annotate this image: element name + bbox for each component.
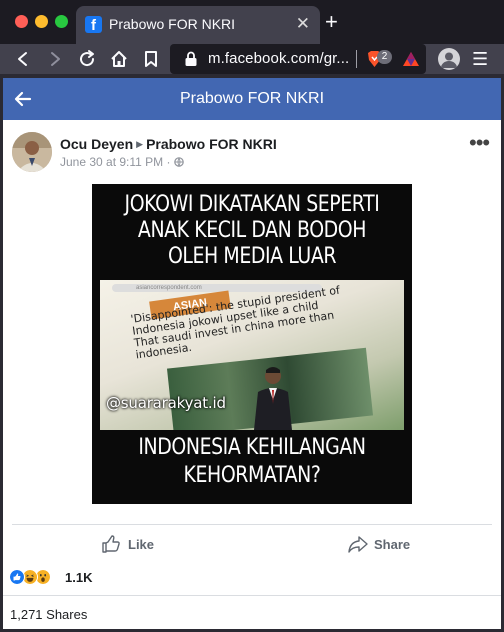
meme-top-line: ANAK KECIL DAN BODOH — [137, 218, 367, 243]
maximize-window-button[interactable] — [55, 15, 68, 28]
share-arrow-icon — [348, 536, 368, 553]
meme-bottom-line: INDONESIA KEHILANGAN — [138, 435, 366, 460]
reload-icon[interactable] — [76, 48, 98, 70]
close-window-button[interactable] — [15, 15, 28, 28]
browser-tab-bar: f Prabowo FOR NKRI ✕ + — [0, 0, 504, 44]
share-button[interactable]: Share — [347, 534, 417, 554]
fb-header: Prabowo FOR NKRI — [3, 78, 501, 120]
screenshot-url: asiancorrespondent.com — [136, 285, 202, 291]
forward-icon[interactable] — [44, 48, 66, 70]
caret-right-icon: ▶ — [136, 139, 144, 149]
author-photo — [12, 132, 52, 172]
group-name[interactable]: Prabowo FOR NKRI — [146, 136, 277, 152]
like-label: Like — [128, 537, 155, 552]
author-avatar[interactable] — [12, 132, 52, 172]
meme-top-line: JOKOWI DIKATAKAN SEPERTI — [124, 192, 380, 217]
app-menu-button[interactable]: ☰ — [472, 49, 488, 69]
post-author-line: Ocu Deyen ▶ Prabowo FOR NKRI — [60, 136, 277, 152]
tab-close-icon[interactable]: ✕ — [296, 14, 310, 34]
browser-tab[interactable]: f Prabowo FOR NKRI ✕ — [76, 6, 320, 44]
url-text[interactable]: m.facebook.com/gr... — [208, 50, 349, 67]
address-bar[interactable]: m.facebook.com/gr... 2 — [170, 44, 426, 74]
meme-top-text: JOKOWI DIKATAKAN SEPERTI ANAK KECIL DAN … — [114, 192, 389, 270]
page-title: Prabowo FOR NKRI — [179, 90, 325, 107]
profile-avatar-button[interactable] — [438, 48, 460, 70]
meme-top-line: OLEH MEDIA LUAR — [167, 244, 337, 269]
post-time-text: June 30 at 9:11 PM · — [60, 155, 174, 169]
address-bar-divider — [356, 50, 357, 68]
minimize-window-button[interactable] — [35, 15, 48, 28]
meme-watermark: @suararakyat.id — [106, 394, 226, 412]
facebook-page: Prabowo FOR NKRI Ocu Deyen ▶ Prabowo FOR N… — [3, 78, 501, 629]
shares-count[interactable]: 1,271 Shares — [10, 607, 87, 622]
like-reaction-icon — [9, 569, 25, 585]
thumbs-up-icon — [102, 535, 120, 553]
shields-count-badge: 2 — [377, 50, 392, 64]
browser-toolbar: m.facebook.com/gr... 2 ☰ — [0, 44, 504, 74]
like-button[interactable]: Like — [101, 534, 161, 554]
brave-rewards-icon[interactable] — [402, 50, 420, 68]
globe-icon — [174, 157, 184, 168]
profile-icon — [441, 52, 457, 68]
screenshot-headline: 'Disappointed': the stupid president of … — [129, 283, 341, 362]
bookmark-icon[interactable] — [140, 48, 162, 70]
home-icon[interactable] — [108, 48, 130, 70]
facebook-icon: f — [85, 16, 102, 33]
screenshot-person — [254, 367, 292, 430]
back-icon[interactable] — [12, 48, 34, 70]
share-label: Share — [374, 537, 411, 552]
post-options-button[interactable]: ••• — [469, 132, 490, 154]
post-timestamp[interactable]: June 30 at 9:11 PM · — [60, 155, 184, 169]
post-image[interactable]: JOKOWI DIKATAKAN SEPERTI ANAK KECIL DAN … — [92, 184, 412, 504]
author-name[interactable]: Ocu Deyen — [60, 136, 133, 152]
meme-bottom-text: INDONESIA KEHILANGAN KEHORMATAN? — [114, 434, 389, 490]
embedded-news-screenshot: asiancorrespondent.com ASIAN 'Disappoint… — [100, 280, 404, 430]
tab-title: Prabowo FOR NKRI — [109, 16, 236, 32]
lock-icon[interactable] — [184, 51, 198, 67]
new-tab-button[interactable]: + — [325, 11, 338, 33]
reaction-count: 1.1K — [65, 570, 93, 585]
post-divider — [12, 524, 492, 525]
shares-divider — [3, 595, 501, 596]
reactions-summary[interactable]: 1.1K — [9, 569, 129, 587]
meme-bottom-line: KEHORMATAN? — [183, 463, 321, 488]
